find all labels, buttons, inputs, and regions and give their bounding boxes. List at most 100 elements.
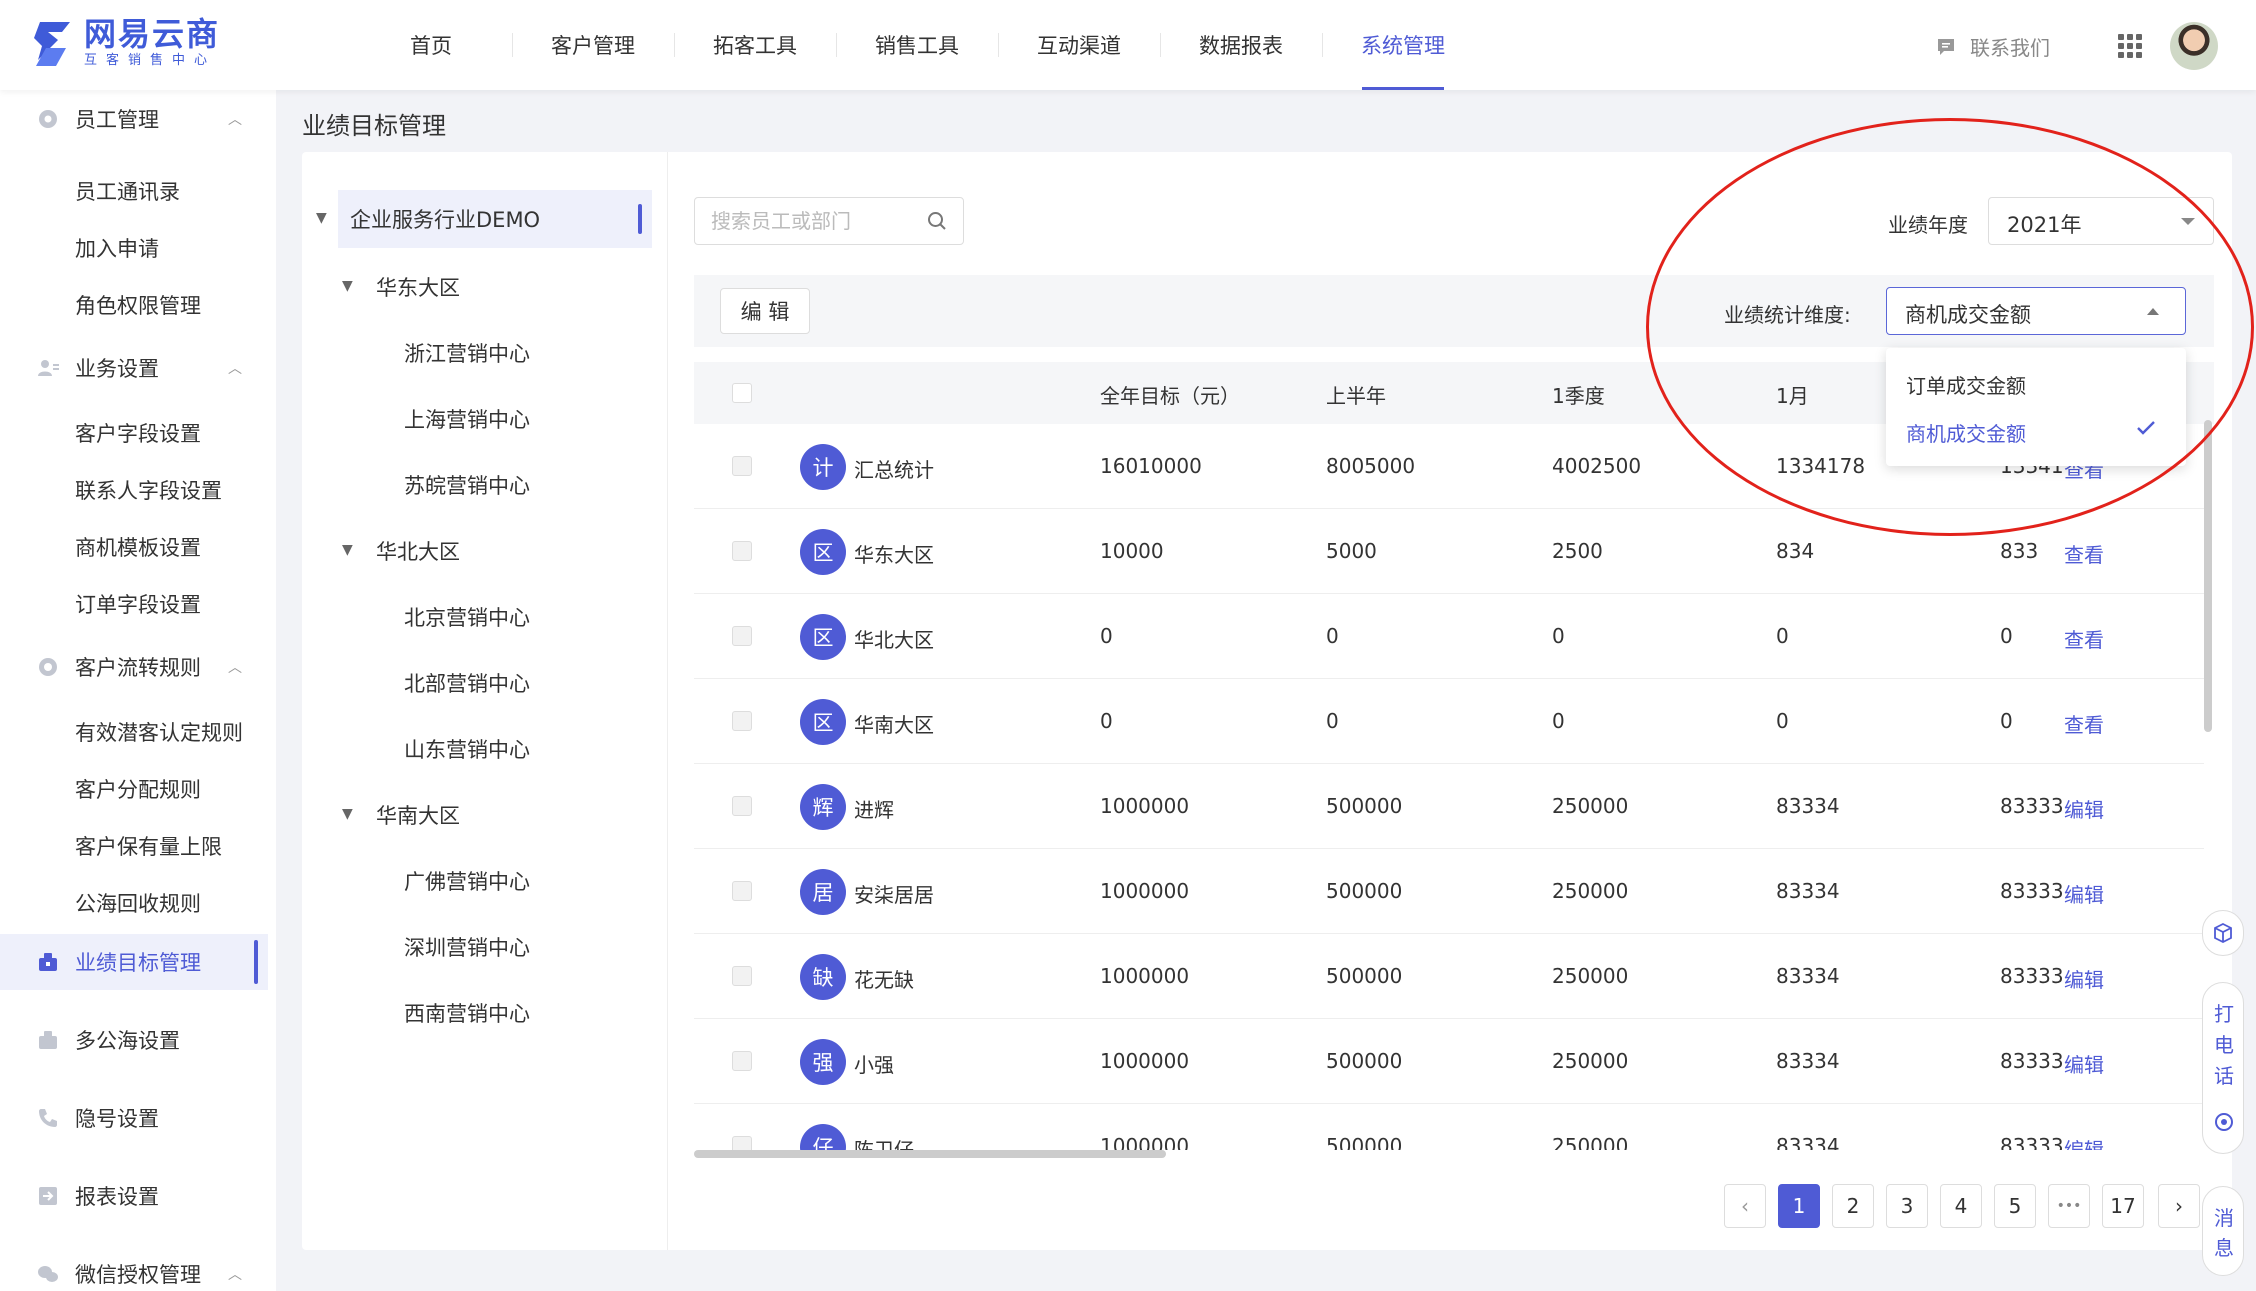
tree-node-root[interactable]: 企业服务行业DEMO (338, 190, 652, 248)
year-select[interactable]: 2021年 (1988, 197, 2214, 245)
page-button-4[interactable]: 4 (1940, 1184, 1982, 1228)
caret-down-icon[interactable]: ▼ (316, 210, 327, 226)
sidebar-group-masked-number[interactable]: 隐号设置 (0, 1090, 276, 1146)
edit-link[interactable]: 编辑 (2064, 1134, 2104, 1150)
sidebar-group-performance-targets[interactable]: 业绩目标管理 (0, 934, 268, 990)
row-name: 华东大区 (854, 543, 934, 567)
page-button-5[interactable]: 5 (1994, 1184, 2036, 1228)
nav-system-management[interactable]: 系统管理 (1322, 0, 1484, 90)
dimension-value: 商机成交金额 (1905, 303, 2031, 327)
dimension-select[interactable]: 商机成交金额 (1886, 287, 2186, 335)
apps-grid-icon[interactable] (2118, 34, 2142, 58)
sidebar-item-valid-prospect-rules[interactable]: 有效潜客认定规则 (75, 717, 243, 747)
caret-down-icon[interactable]: ▼ (342, 806, 353, 822)
sidebar-group-report-settings[interactable]: 报表设置 (0, 1168, 276, 1224)
sidebar-item-role-permissions[interactable]: 角色权限管理 (75, 290, 201, 320)
tree-node-east-region[interactable]: 华东大区 (376, 272, 460, 302)
cell-jan: 83334 (1776, 964, 1840, 988)
floating-message-button[interactable]: 消 息 (2202, 1186, 2244, 1276)
select-all-checkbox[interactable] (732, 383, 752, 403)
search-icon[interactable] (927, 211, 947, 231)
page-button-1[interactable]: 1 (1778, 1184, 1820, 1228)
edit-button[interactable]: 编 辑 (720, 288, 810, 334)
next-page-button[interactable]: › (2158, 1184, 2200, 1228)
sidebar-group-customer-flow-rules[interactable]: 客户流转规则 ︿ (0, 639, 276, 695)
row-checkbox[interactable] (732, 881, 752, 901)
brand-logo[interactable]: 网易云商 互客销售中心 (32, 16, 220, 70)
view-link[interactable]: 查看 (2064, 624, 2104, 653)
tree-node-beijing-center[interactable]: 北京营销中心 (404, 602, 530, 632)
sidebar-group-label: 员工管理 (75, 108, 159, 132)
page-ellipsis[interactable]: ••• (2048, 1184, 2090, 1228)
sidebar-group-multi-public-pool[interactable]: 多公海设置 (0, 1012, 276, 1068)
page-button-2[interactable]: 2 (1832, 1184, 1874, 1228)
nav-prospecting-tools[interactable]: 拓客工具 (674, 0, 836, 90)
sidebar-item-contact-fields[interactable]: 联系人字段设置 (75, 475, 222, 505)
table-row: 辉 进辉 1000000 500000 250000 83334 83333 编… (694, 764, 2204, 849)
prev-page-button[interactable]: ‹ (1724, 1184, 1766, 1228)
row-checkbox[interactable] (732, 1136, 752, 1150)
sidebar-group-business-settings[interactable]: 业务设置 ︿ (0, 340, 276, 396)
sidebar: 员工管理 ︿ 员工通讯录 加入申请 角色权限管理 业务设置 ︿ 客户字段设置 联… (0, 90, 276, 1291)
sidebar-item-customer-retention-limit[interactable]: 客户保有量上限 (75, 831, 222, 861)
sidebar-item-customer-assignment-rules[interactable]: 客户分配规则 (75, 774, 201, 804)
sidebar-group-staff-management[interactable]: 员工管理 ︿ (0, 91, 276, 147)
row-checkbox[interactable] (732, 626, 752, 646)
row-checkbox[interactable] (732, 1051, 752, 1071)
contact-us-button[interactable]: 联系我们 (1936, 32, 2050, 61)
row-checkbox[interactable] (732, 456, 752, 476)
tree-node-shanghai-center[interactable]: 上海营销中心 (404, 404, 530, 434)
view-link[interactable]: 查看 (2064, 539, 2104, 568)
page-button-3[interactable]: 3 (1886, 1184, 1928, 1228)
nav-customer-management[interactable]: 客户管理 (512, 0, 674, 90)
user-avatar[interactable] (2170, 22, 2218, 70)
cell-half: 500000 (1326, 1049, 1403, 1073)
tree-node-northern-center[interactable]: 北部营销中心 (404, 668, 530, 698)
cell-jan: 83334 (1776, 1049, 1840, 1073)
view-link[interactable]: 查看 (2064, 709, 2104, 738)
row-checkbox[interactable] (732, 966, 752, 986)
nav-data-reports[interactable]: 数据报表 (1160, 0, 1322, 90)
tree-node-north-region[interactable]: 华北大区 (376, 536, 460, 566)
floating-call-button[interactable]: 打 电 话 (2202, 982, 2244, 1154)
table-row: 强 小强 1000000 500000 250000 83334 83333 编… (694, 1019, 2204, 1104)
sidebar-item-opportunity-templates[interactable]: 商机模板设置 (75, 532, 201, 562)
tree-node-zhejiang-center[interactable]: 浙江营销中心 (404, 338, 530, 368)
floating-cube-button[interactable] (2202, 910, 2244, 956)
sidebar-item-join-requests[interactable]: 加入申请 (75, 233, 159, 263)
edit-link[interactable]: 编辑 (2064, 879, 2104, 908)
edit-link[interactable]: 编辑 (2064, 1049, 2104, 1078)
search-input[interactable] (711, 207, 911, 235)
dropdown-option-order-amount[interactable]: 订单成交金额 (1906, 370, 2026, 399)
nav-home[interactable]: 首页 (350, 0, 512, 90)
sidebar-item-staff-directory[interactable]: 员工通讯录 (75, 176, 180, 206)
tree-node-shenzhen-center[interactable]: 深圳营销中心 (404, 932, 530, 962)
year-value: 2021年 (2007, 213, 2082, 237)
caret-down-icon[interactable]: ▼ (342, 542, 353, 558)
tree-node-south-region[interactable]: 华南大区 (376, 800, 460, 830)
vertical-scrollbar[interactable] (2204, 420, 2212, 732)
sidebar-item-customer-fields[interactable]: 客户字段设置 (75, 418, 201, 448)
tree-node-suwan-center[interactable]: 苏皖营销中心 (404, 470, 530, 500)
row-checkbox[interactable] (732, 796, 752, 816)
page-button-last[interactable]: 17 (2102, 1184, 2144, 1228)
tree-node-guangfo-center[interactable]: 广佛营销中心 (404, 866, 530, 896)
cell-annual: 0 (1100, 624, 1113, 648)
dropdown-option-opportunity-amount[interactable]: 商机成交金额 (1906, 418, 2026, 447)
sidebar-item-public-pool-recycle-rules[interactable]: 公海回收规则 (75, 888, 201, 918)
caret-down-icon[interactable]: ▼ (342, 278, 353, 294)
nav-sales-tools[interactable]: 销售工具 (836, 0, 998, 90)
cell-annual: 1000000 (1100, 879, 1190, 903)
row-checkbox[interactable] (732, 711, 752, 731)
nav-interaction-channels[interactable]: 互动渠道 (998, 0, 1160, 90)
edit-link[interactable]: 编辑 (2064, 964, 2104, 993)
horizontal-scrollbar[interactable] (694, 1150, 1166, 1158)
tree-node-shandong-center[interactable]: 山东营销中心 (404, 734, 530, 764)
row-checkbox[interactable] (732, 541, 752, 561)
sidebar-group-wechat-authorization[interactable]: 微信授权管理 ︿ (0, 1246, 276, 1291)
tree-node-southwest-center[interactable]: 西南营销中心 (404, 998, 530, 1028)
edit-link[interactable]: 编辑 (2064, 794, 2104, 823)
top-navigation-bar: 网易云商 互客销售中心 首页 客户管理 拓客工具 销售工具 互动渠道 数据报表 … (0, 0, 2256, 90)
column-header-first-half: 上半年 (1326, 384, 1386, 408)
sidebar-item-order-fields[interactable]: 订单字段设置 (75, 589, 201, 619)
